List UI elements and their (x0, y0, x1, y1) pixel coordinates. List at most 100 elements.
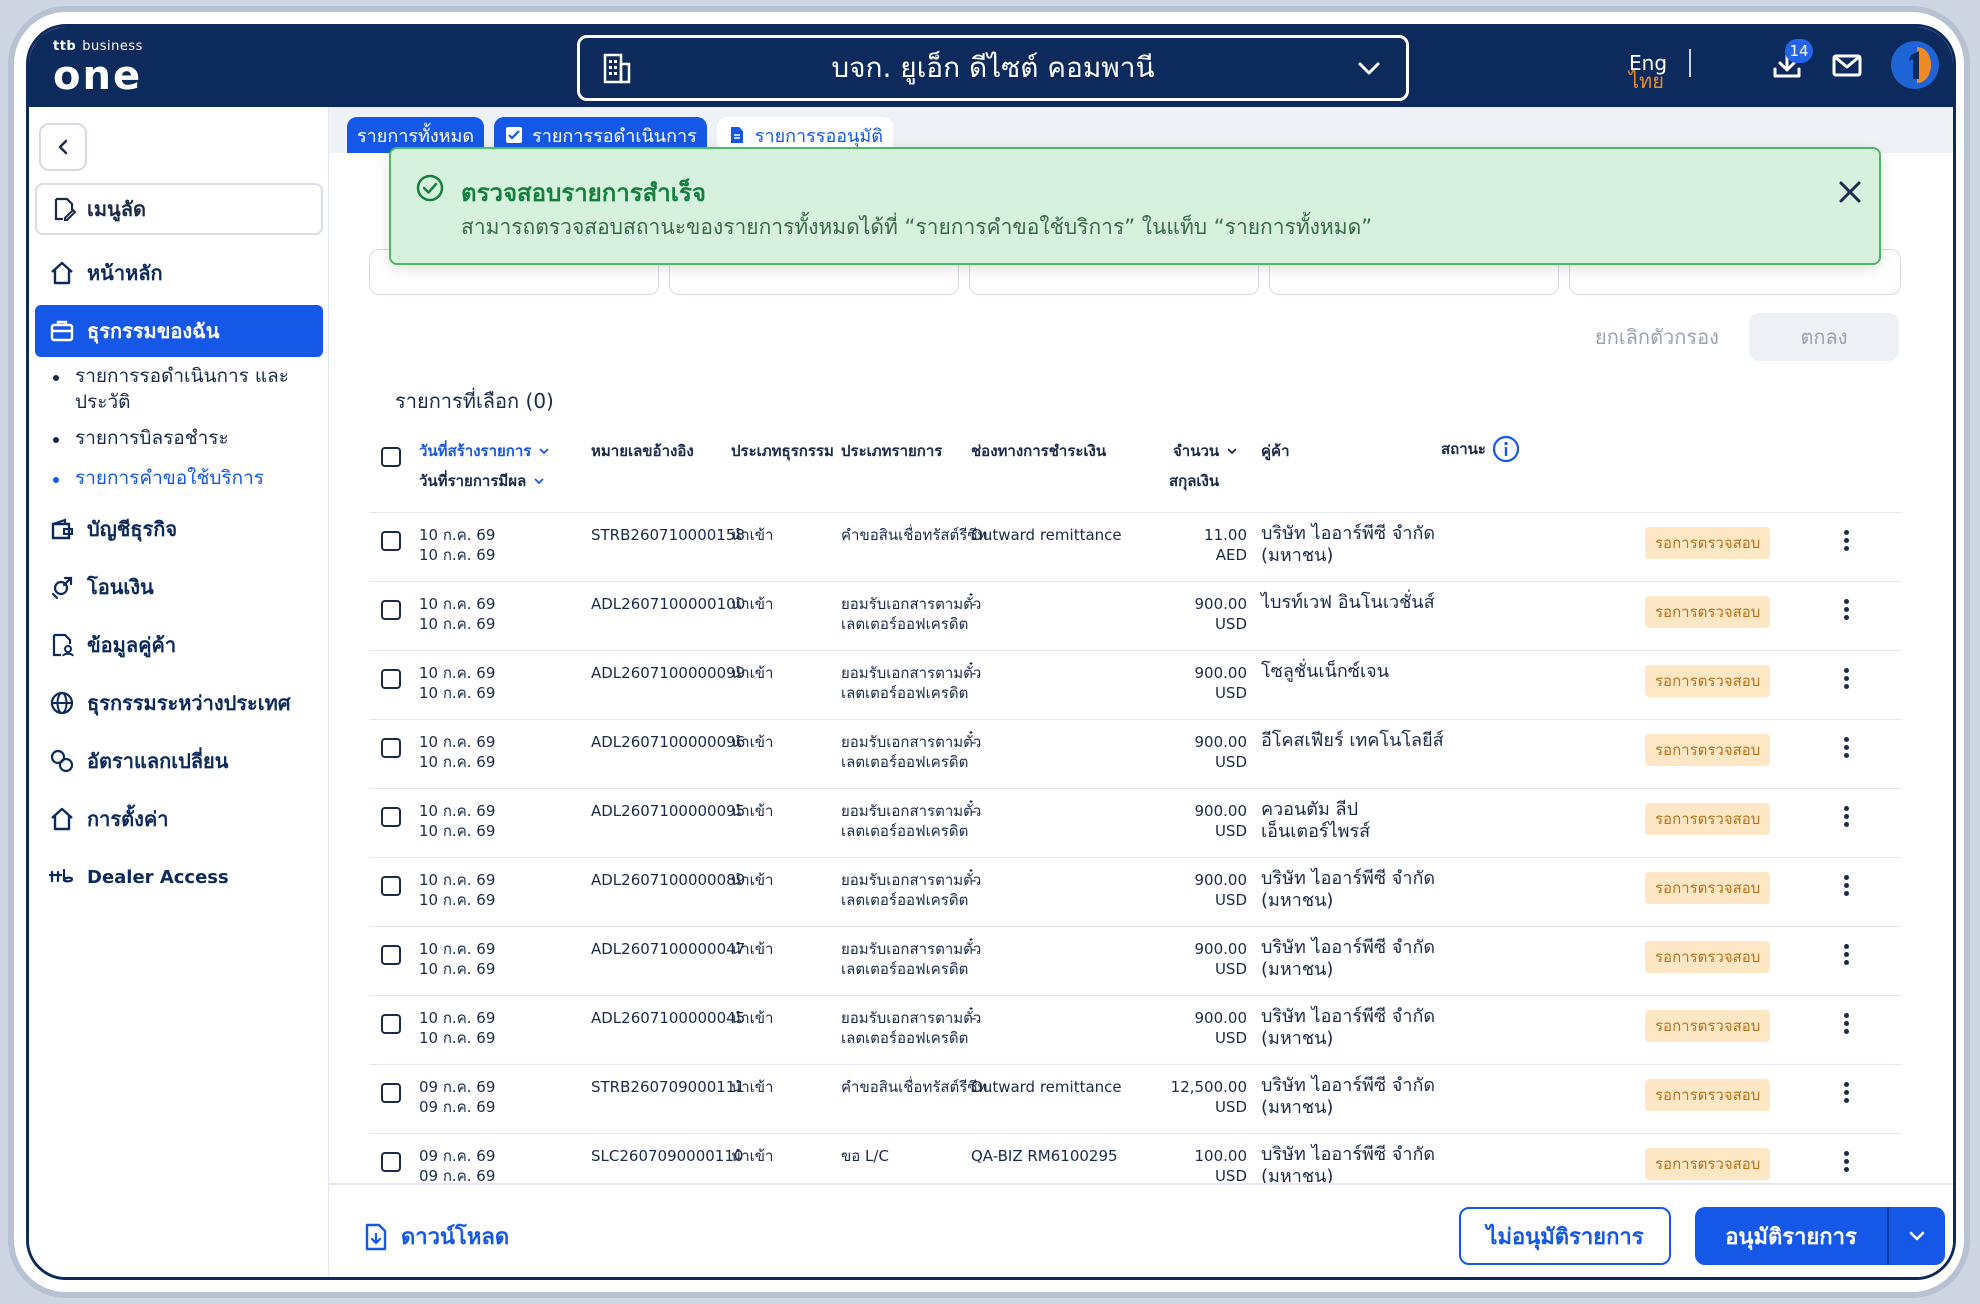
toast-message: สามารถตรวจสอบสถานะของรายการทั้งหมดได้ที่… (461, 215, 1373, 239)
reject-button[interactable]: ไม่อนุมัติรายการ (1459, 1207, 1671, 1265)
row-checkbox[interactable] (381, 669, 401, 689)
quick-menu-label: เมนูลัด (87, 197, 146, 221)
row-checkbox[interactable] (381, 531, 401, 551)
approve-options-toggle[interactable] (1887, 1207, 1945, 1265)
more-options-icon[interactable] (1841, 734, 1851, 764)
sidebar-item-business-account[interactable]: บัญชีธุรกิจ (35, 503, 323, 555)
sidebar-label-transfer: โอนเงิน (87, 575, 154, 599)
more-options-icon[interactable] (1841, 596, 1851, 626)
more-options-icon[interactable] (1841, 527, 1851, 557)
lang-th-option[interactable]: ไทย (1629, 65, 1664, 97)
payment-channel: Outward remittance (971, 1078, 1122, 1096)
chevron-down-icon (1909, 1231, 1925, 1241)
collapse-sidebar-button[interactable] (39, 123, 87, 171)
sort-amount[interactable]: จำนวน (1173, 439, 1239, 463)
table-row[interactable]: 10 ก.ค. 69 10 ก.ค. 69 ADL2607100000096 นำเข… (369, 720, 1901, 789)
sidebar-item-transfer[interactable]: โอนเงิน (35, 561, 323, 613)
table-row[interactable]: 10 ก.ค. 69 10 ก.ค. 69 ADL2607100000047 นำเข… (369, 927, 1901, 996)
more-options-icon[interactable] (1841, 941, 1851, 971)
item-type: ยอมรับเอกสารตามตั๋ว (841, 871, 982, 889)
select-all-checkbox[interactable] (381, 447, 401, 467)
table-row[interactable]: 10 ก.ค. 69 10 ก.ค. 69 ADL2607100000089 นำเข… (369, 858, 1901, 927)
table-row[interactable]: 10 ก.ค. 69 10 ก.ค. 69 ADL2607100000100 นำเข… (369, 582, 1901, 651)
created-date: 10 ก.ค. 69 (419, 595, 496, 613)
sort-effective-date[interactable]: วันที่รายการมีผล (419, 469, 546, 493)
amount: 12,500.00 (1170, 1078, 1247, 1096)
table-row[interactable]: 09 ก.ค. 69 09 ก.ค. 69 STRB260709000111 นำเข… (369, 1065, 1901, 1134)
language-switch: Eng ไทย (1629, 49, 1692, 93)
table-row[interactable]: 10 ก.ค. 69 10 ก.ค. 69 ADL2607100000099 นำเข… (369, 651, 1901, 720)
sidebar-item-my-transactions[interactable]: ธุรกรรมของฉัน (35, 305, 323, 357)
transaction-type: นำเข้า (731, 526, 774, 544)
sidebar-item-international[interactable]: ธุรกรรมระหว่างประเทศ (35, 677, 323, 729)
sidebar-item-partner-info[interactable]: ข้อมูลคู่ค้า (35, 619, 323, 671)
transaction-type: นำเข้า (731, 733, 774, 751)
lang-divider (1689, 49, 1692, 77)
sidebar-item-dealer-access[interactable]: Dealer Access (35, 851, 323, 903)
item-type: ยอมรับเอกสารตามตั๋ว (841, 595, 982, 613)
transaction-type: นำเข้า (731, 664, 774, 682)
reference-number: SLC2607090000110 (591, 1147, 744, 1165)
row-checkbox[interactable] (381, 1152, 401, 1172)
reference-number: ADL2607100000089 (591, 871, 746, 889)
row-checkbox[interactable] (381, 1083, 401, 1103)
logo-one-text: one (53, 53, 143, 99)
sidebar-item-exchange-rate[interactable]: อัตราแลกเปลี่ยน (35, 735, 323, 787)
table-body: 10 ก.ค. 69 10 ก.ค. 69 STRB260710000158 นำเข… (369, 513, 1901, 1203)
ttb-logo-icon (49, 868, 74, 883)
approve-button[interactable]: อนุมัติรายการ (1695, 1219, 1887, 1254)
table-row[interactable]: 10 ก.ค. 69 10 ก.ค. 69 ADL2607100000045 นำเข… (369, 996, 1901, 1065)
transaction-type: นำเข้า (731, 1147, 774, 1165)
mail-icon[interactable] (1829, 47, 1865, 83)
currency: USD (1214, 891, 1247, 909)
created-date: 10 ก.ค. 69 (419, 1009, 496, 1027)
effective-date: 10 ก.ค. 69 (419, 1029, 496, 1047)
status-badge: รอการตรวจสอบ (1645, 941, 1771, 973)
close-icon[interactable] (1837, 179, 1863, 205)
table-row[interactable]: 10 ก.ค. 69 10 ก.ค. 69 STRB260710000158 นำเข… (369, 513, 1901, 582)
transaction-type: นำเข้า (731, 940, 774, 958)
chevron-down-icon (534, 478, 544, 485)
amount: 900.00 (1194, 940, 1248, 958)
more-options-icon[interactable] (1841, 1148, 1851, 1178)
document-icon (730, 127, 743, 143)
more-options-icon[interactable] (1841, 872, 1851, 902)
app-screen: ttb business one บจก. ยูเอ็ก ดีไซต์ คอมพา… (26, 24, 1956, 1280)
settings-home-icon (51, 807, 73, 831)
row-checkbox[interactable] (381, 807, 401, 827)
row-checkbox[interactable] (381, 1014, 401, 1034)
transactions-panel: ยกเลิกตัวกรอง ตกลง รายการที่เลือก (0) วั… (329, 153, 1953, 1277)
sort-created-date[interactable]: วันที่สร้างรายการ (419, 439, 551, 463)
more-options-icon[interactable] (1841, 803, 1851, 833)
item-type: คำขอสินเชื่อทรัสต์รีซีท (841, 526, 988, 544)
table-row[interactable]: 10 ก.ค. 69 10 ก.ค. 69 ADL2607100000095 นำเข… (369, 789, 1901, 858)
sidebar-subitem-service-requests[interactable]: รายการคำขอใช้บริการ (53, 465, 323, 491)
sidebar-subitem-bills[interactable]: รายการบิลรอชำระ (53, 425, 323, 451)
sidebar-sublabel-bills: รายการบิลรอชำระ (75, 427, 229, 449)
row-checkbox[interactable] (381, 738, 401, 758)
payment-channel: QA-BIZ RM6100295 (971, 1147, 1118, 1165)
user-avatar[interactable] (1891, 41, 1939, 89)
more-options-icon[interactable] (1841, 1079, 1851, 1109)
payment-channel: - (971, 733, 977, 751)
partner-name-line2: (มหาชน) (1261, 1028, 1334, 1049)
sidebar-item-settings[interactable]: การตั้งค่า (35, 793, 323, 845)
row-checkbox[interactable] (381, 945, 401, 965)
row-checkbox[interactable] (381, 876, 401, 896)
partner-name: อีโคสเฟียร์ เทคโนโลยีส์ (1261, 730, 1444, 751)
partner-name: ควอนตัม ลีป (1261, 799, 1358, 820)
quick-menu-button[interactable]: เมนูลัด (35, 183, 323, 235)
info-icon[interactable] (1492, 435, 1520, 463)
download-button[interactable]: ดาวน์โหลด (363, 1219, 509, 1254)
currency: USD (1214, 753, 1247, 771)
brand-logo[interactable]: ttb business one (53, 39, 143, 96)
more-options-icon[interactable] (1841, 1010, 1851, 1040)
created-date: 09 ก.ค. 69 (419, 1147, 496, 1165)
apply-filter-button[interactable]: ตกลง (1749, 313, 1899, 361)
sidebar-subitem-pending[interactable]: รายการรอดำเนินการ และประวัติ (53, 363, 323, 415)
company-selector[interactable]: บจก. ยูเอ็ก ดีไซต์ คอมพานี (577, 35, 1409, 101)
sidebar-item-home[interactable]: หน้าหลัก (35, 247, 323, 299)
row-checkbox[interactable] (381, 600, 401, 620)
more-options-icon[interactable] (1841, 665, 1851, 695)
reset-filter-link[interactable]: ยกเลิกตัวกรอง (1595, 321, 1719, 353)
